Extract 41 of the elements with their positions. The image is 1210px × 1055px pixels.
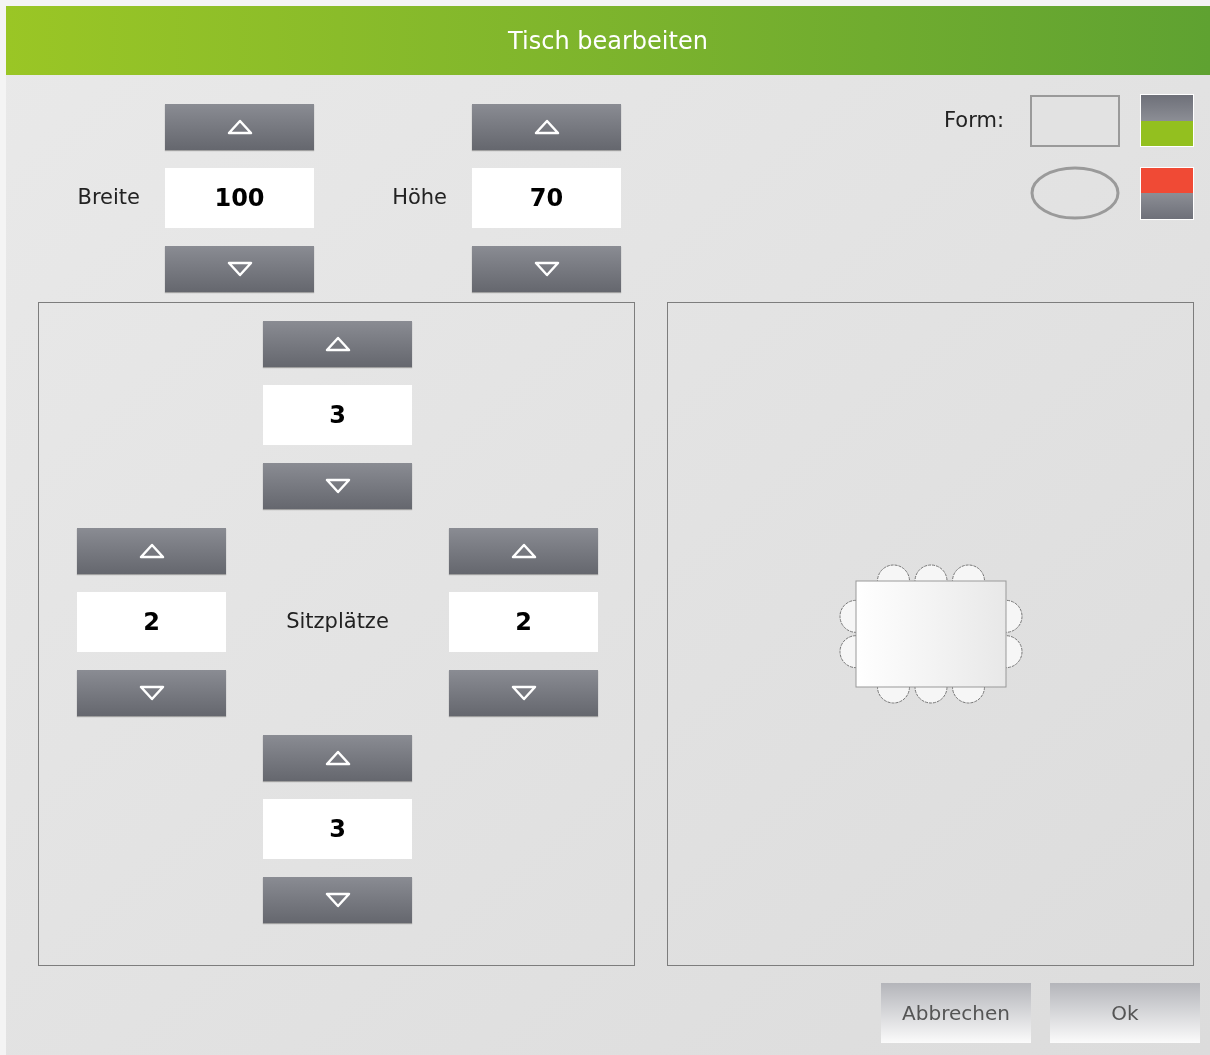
decrement-button[interactable] bbox=[472, 246, 621, 292]
dialog-button[interactable]: Abbrechen bbox=[881, 983, 1031, 1043]
value-field[interactable]: 2 bbox=[77, 592, 226, 652]
field-label: Höhe bbox=[392, 184, 447, 212]
triangle-down-icon bbox=[137, 684, 166, 702]
value-field[interactable]: 3 bbox=[263, 385, 412, 445]
field-label: Breite bbox=[77, 184, 140, 212]
ellipse-shape-icon bbox=[1030, 166, 1120, 220]
decrement-button[interactable] bbox=[165, 246, 314, 292]
triangle-up-icon bbox=[532, 118, 561, 136]
value-field[interactable]: 2 bbox=[449, 592, 598, 652]
triangle-up-icon bbox=[225, 118, 254, 136]
triangle-down-icon bbox=[323, 477, 352, 495]
value-field[interactable]: 3 bbox=[263, 799, 412, 859]
triangle-up-icon bbox=[323, 335, 352, 353]
decrement-button[interactable] bbox=[77, 670, 226, 716]
decrement-button[interactable] bbox=[263, 463, 412, 509]
dialog-button[interactable]: Ok bbox=[1050, 983, 1200, 1043]
increment-button[interactable] bbox=[472, 104, 621, 150]
triangle-down-icon bbox=[509, 684, 538, 702]
toggle-switch[interactable] bbox=[1140, 94, 1194, 147]
triangle-down-icon bbox=[323, 891, 352, 909]
value-field[interactable]: 70 bbox=[472, 168, 621, 228]
triangle-up-icon bbox=[509, 542, 538, 560]
increment-button[interactable] bbox=[165, 104, 314, 150]
seats-label: Sitzplätze bbox=[286, 608, 389, 636]
triangle-down-icon bbox=[225, 260, 254, 278]
toggle-switch[interactable] bbox=[1140, 166, 1194, 220]
increment-button[interactable] bbox=[263, 735, 412, 781]
increment-button[interactable] bbox=[449, 528, 598, 574]
window-title: Tisch bearbeiten bbox=[508, 25, 708, 57]
decrement-button[interactable] bbox=[449, 670, 598, 716]
rectangle-shape-icon bbox=[1030, 94, 1120, 147]
value-field[interactable]: 100 bbox=[165, 168, 314, 228]
triangle-down-icon bbox=[532, 260, 561, 278]
increment-button[interactable] bbox=[263, 321, 412, 367]
triangle-up-icon bbox=[323, 749, 352, 767]
form-label: Form: bbox=[944, 106, 1004, 134]
decrement-button[interactable] bbox=[263, 877, 412, 923]
triangle-up-icon bbox=[137, 542, 166, 560]
increment-button[interactable] bbox=[77, 528, 226, 574]
